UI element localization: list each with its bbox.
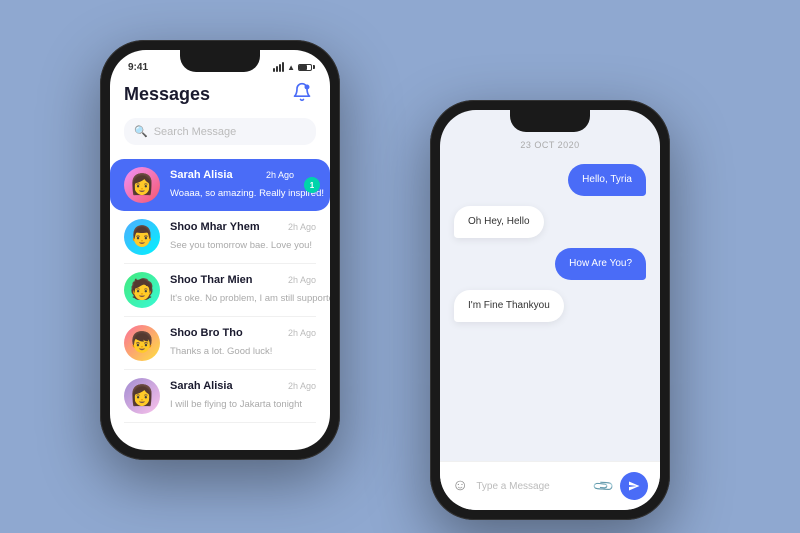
chat-date: 23 OCT 2020 [440, 140, 660, 150]
chat-name: Shoo Mhar Yhem [170, 221, 260, 233]
chat-list: 👩 Sarah Alisia 2h Ago Woaaa, so amazing.… [124, 159, 316, 423]
chat-name: Sarah Alisia [170, 169, 233, 181]
messages-title: Messages [124, 84, 210, 105]
wifi-icon: ▲ [287, 63, 295, 72]
chat-top-row: Shoo Thar Mien 2h Ago [170, 274, 316, 286]
chat-time: 2h Ago [288, 381, 316, 391]
notch [180, 50, 260, 72]
message-bubble-received: I'm Fine Thankyou [454, 290, 564, 322]
messages-area: Hello, Tyria Oh Hey, Hello How Are You? I'm… [440, 164, 660, 461]
unread-badge: 1 [304, 177, 320, 193]
avatar: 👨 [124, 219, 160, 255]
chat-content: Shoo Mhar Yhem 2h Ago See you tomorrow b… [170, 221, 316, 253]
chat-preview: See you tomorrow bae. Love you! [170, 240, 312, 251]
chat-item[interactable]: 👩 Sarah Alisia 2h Ago Woaaa, so amazing.… [110, 159, 330, 211]
send-button[interactable] [620, 472, 648, 500]
chat-time: 2h Ago [288, 222, 316, 232]
chat-content: Shoo Bro Tho 2h Ago Thanks a lot. Good l… [170, 327, 316, 359]
chat-top-row: Sarah Alisia 2h Ago [170, 169, 294, 181]
attach-icon[interactable]: 📎 [591, 474, 615, 498]
right-phone: 23 OCT 2020 Hello, Tyria Oh Hey, Hello How… [430, 100, 670, 520]
chat-name: Shoo Thar Mien [170, 274, 253, 286]
chat-item[interactable]: 👩 Sarah Alisia 2h Ago I will be flying t… [124, 370, 316, 423]
right-notch [510, 110, 590, 132]
chat-time: 2h Ago [266, 170, 294, 180]
chat-preview: Woaaa, so amazing. Really inspired! [170, 188, 324, 199]
message-input[interactable]: Type a Message [476, 481, 586, 492]
chat-content: Sarah Alisia 2h Ago I will be flying to … [170, 380, 316, 412]
message-bubble-sent: Hello, Tyria [568, 164, 646, 196]
chat-name: Shoo Bro Tho [170, 327, 243, 339]
chat-preview: I will be flying to Jakarta tonight [170, 399, 302, 410]
chat-content: Sarah Alisia 2h Ago Woaaa, so amazing. R… [170, 169, 294, 201]
message-bubble-received: Oh Hey, Hello [454, 206, 544, 238]
chat-name: Sarah Alisia [170, 380, 233, 392]
search-bar[interactable]: 🔍 Search Message [124, 118, 316, 145]
signal-icon [273, 62, 284, 72]
chat-preview: It's oke. No problem, I am still support… [170, 293, 330, 304]
battery-icon [298, 64, 312, 71]
chat-item[interactable]: 👦 Shoo Bro Tho 2h Ago Thanks a lot. Good… [124, 317, 316, 370]
status-time: 9:41 [128, 62, 148, 73]
chat-top-row: Shoo Bro Tho 2h Ago [170, 327, 316, 339]
left-phone: 9:41 ▲ Messages [100, 40, 340, 460]
chat-input-bar: ☺ Type a Message 📎 [440, 461, 660, 510]
chat-preview: Thanks a lot. Good luck! [170, 346, 272, 357]
chat-screen: 23 OCT 2020 Hello, Tyria Oh Hey, Hello How… [440, 110, 660, 510]
avatar: 👦 [124, 325, 160, 361]
chat-top-row: Sarah Alisia 2h Ago [170, 380, 316, 392]
chat-item[interactable]: 👨 Shoo Mhar Yhem 2h Ago See you tomorrow… [124, 211, 316, 264]
avatar: 👩 [124, 167, 160, 203]
search-input[interactable]: Search Message [154, 126, 237, 138]
chat-time: 2h Ago [288, 328, 316, 338]
chat-top-row: Shoo Mhar Yhem 2h Ago [170, 221, 316, 233]
avatar: 👩 [124, 378, 160, 414]
chat-time: 2h Ago [288, 275, 316, 285]
avatar: 🧑 [124, 272, 160, 308]
emoji-button[interactable]: ☺ [452, 477, 468, 495]
bell-button[interactable] [292, 82, 316, 106]
chat-item[interactable]: 🧑 Shoo Thar Mien 2h Ago It's oke. No pro… [124, 264, 316, 317]
chat-content: Shoo Thar Mien 2h Ago It's oke. No probl… [170, 274, 316, 306]
search-icon: 🔍 [134, 125, 148, 138]
status-icons: ▲ [273, 62, 312, 72]
message-bubble-sent: How Are You? [555, 248, 646, 280]
messages-header: Messages [124, 82, 316, 106]
